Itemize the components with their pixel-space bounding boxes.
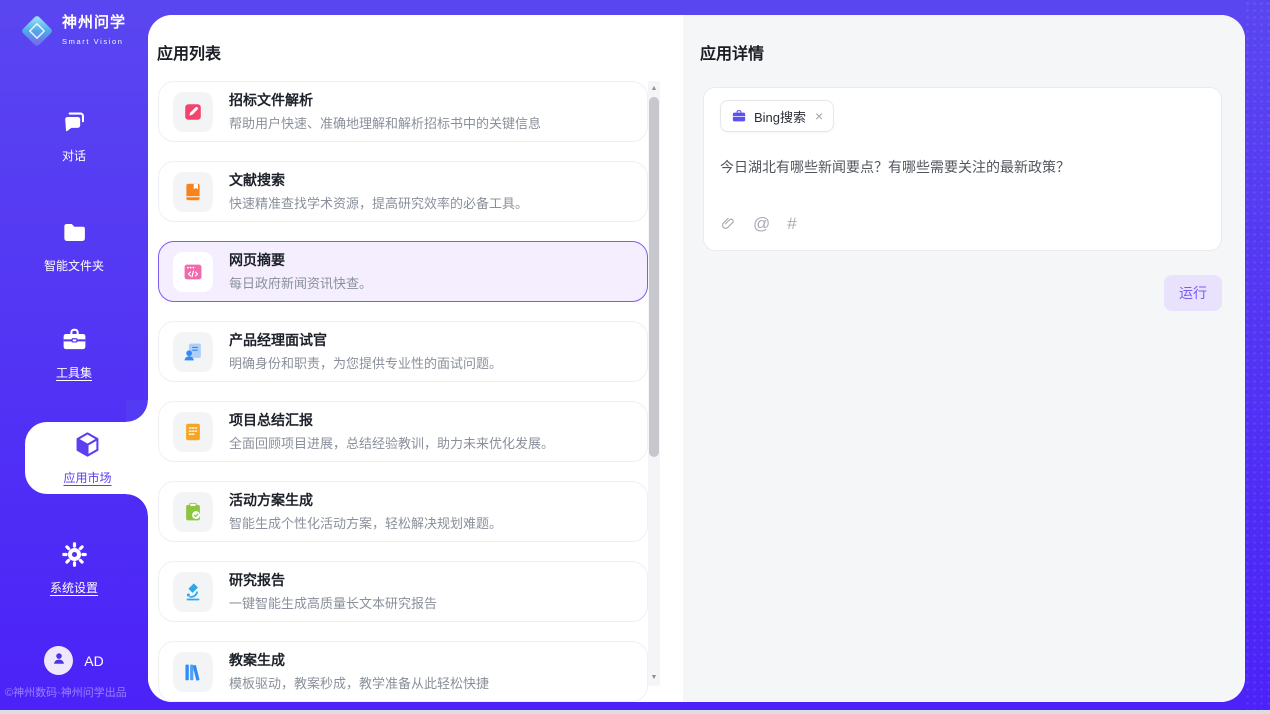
app-icon-box xyxy=(173,572,213,612)
app-card[interactable]: 研究报告一键智能生成高质量长文本研究报告 xyxy=(158,561,648,622)
app-card[interactable]: 项目总结汇报全面回顾项目进展，总结经验教训，助力未来优化发展。 xyxy=(158,401,648,462)
briefcase-icon xyxy=(731,108,747,124)
sidebar-item-chat[interactable]: 对话 xyxy=(0,108,148,164)
briefcase-icon xyxy=(731,108,747,124)
app-name: 产品经理面试官 xyxy=(229,332,502,349)
browser-code-icon xyxy=(182,261,204,283)
user-initials: AD xyxy=(84,653,103,669)
sidebar-item-label: 工具集 xyxy=(0,364,148,381)
app-description: 明确身份和职责，为您提供专业性的面试问题。 xyxy=(229,353,502,372)
decorative-dot-pattern xyxy=(1244,0,1270,714)
app-description: 每日政府新闻资讯快查。 xyxy=(229,273,372,292)
app-icon-box xyxy=(173,492,213,532)
app-name: 网页摘要 xyxy=(229,252,372,269)
app-detail-title: 应用详情 xyxy=(700,40,1222,64)
brand-subtitle: Smart Vision xyxy=(62,37,124,46)
app-description: 全面回顾项目进展，总结经验教训，助力未来优化发展。 xyxy=(229,433,554,452)
app-root: { "brand": { "name": "神州问学", "subtitle":… xyxy=(0,0,1270,714)
gear-icon xyxy=(60,540,89,569)
app-card[interactable]: 招标文件解析帮助用户快速、准确地理解和解析招标书中的关键信息 xyxy=(158,81,648,142)
person-icon xyxy=(50,649,68,672)
edit-doc-icon xyxy=(182,101,204,123)
app-description: 一键智能生成高质量长文本研究报告 xyxy=(229,593,437,612)
app-icon-box xyxy=(173,332,213,372)
folder-icon xyxy=(60,218,89,247)
app-description: 帮助用户快速、准确地理解和解析招标书中的关键信息 xyxy=(229,113,541,132)
microscope-icon xyxy=(182,581,204,603)
sidebar-item-smart-folder[interactable]: 智能文件夹 xyxy=(0,218,148,274)
prompt-toolbar: @# xyxy=(720,214,1205,238)
sidebar-item-toolset[interactable]: 工具集 xyxy=(0,325,148,381)
main-content: 应用列表 招标文件解析帮助用户快速、准确地理解和解析招标书中的关键信息文献搜索快… xyxy=(148,15,1245,702)
app-name: 活动方案生成 xyxy=(229,492,502,509)
tool-tag-bing-search[interactable]: Bing搜索 × xyxy=(720,100,834,132)
sidebar-item-settings[interactable]: 系统设置 xyxy=(0,540,148,596)
app-description: 智能生成个性化活动方案，轻松解决规划难题。 xyxy=(229,513,502,532)
tool-tag-label: Bing搜索 xyxy=(754,107,806,126)
run-button[interactable]: 运行 xyxy=(1164,275,1222,311)
app-name: 招标文件解析 xyxy=(229,92,541,109)
scrollbar-thumb[interactable] xyxy=(649,97,659,457)
chat-icon xyxy=(60,108,89,137)
close-icon[interactable]: × xyxy=(813,109,823,123)
app-icon-box xyxy=(173,252,213,292)
sidebar-item-label: 应用市场 xyxy=(25,469,150,486)
user-account[interactable]: AD xyxy=(0,646,148,675)
clipboard-check-icon xyxy=(182,501,204,523)
app-name: 研究报告 xyxy=(229,572,437,589)
app-card[interactable]: 文献搜索快速精准查找学术资源，提高研究效率的必备工具。 xyxy=(158,161,648,222)
sidebar-item-label: 系统设置 xyxy=(0,579,148,596)
app-card[interactable]: 产品经理面试官明确身份和职责，为您提供专业性的面试问题。 xyxy=(158,321,648,382)
avatar xyxy=(44,646,73,675)
prompt-input[interactable]: 今日湖北有哪些新闻要点？有哪些需要关注的最新政策？ xyxy=(720,157,1205,177)
app-icon-box xyxy=(173,412,213,452)
brand-logo: 神州问学 Smart Vision xyxy=(19,13,126,49)
brand-name: 神州问学 xyxy=(62,14,126,31)
app-icon-box xyxy=(173,92,213,132)
app-list-panel: 应用列表 招标文件解析帮助用户快速、准确地理解和解析招标书中的关键信息文献搜索快… xyxy=(148,15,683,702)
app-card[interactable]: 网页摘要每日政府新闻资讯快查。 xyxy=(158,241,648,302)
report-note-icon xyxy=(182,421,204,443)
app-name: 项目总结汇报 xyxy=(229,412,554,429)
scroll-down-icon[interactable]: ▼ xyxy=(648,672,660,684)
app-name: 教案生成 xyxy=(229,652,489,669)
app-card[interactable]: 活动方案生成智能生成个性化活动方案，轻松解决规划难题。 xyxy=(158,481,648,542)
paperclip-icon[interactable] xyxy=(720,216,736,232)
app-description: 模板驱动，教案秒成，教学准备从此轻松快捷 xyxy=(229,673,489,692)
active-item-curve-bottom xyxy=(126,494,148,516)
toolbox-icon xyxy=(60,325,89,354)
app-icon-box xyxy=(173,172,213,212)
sidebar-item-app-market[interactable]: 应用市场 xyxy=(25,422,150,494)
at-icon[interactable]: @ xyxy=(753,214,770,234)
brand-diamond-icon xyxy=(19,13,55,49)
sidebar-item-label: 对话 xyxy=(0,147,148,164)
hash-icon[interactable]: # xyxy=(787,214,796,234)
interview-icon xyxy=(182,341,204,363)
sidebar-item-label: 智能文件夹 xyxy=(0,257,148,274)
app-icon-box xyxy=(173,652,213,692)
books-icon xyxy=(182,661,204,683)
cube-icon xyxy=(73,430,102,459)
prompt-card: Bing搜索 × 今日湖北有哪些新闻要点？有哪些需要关注的最新政策？ @# xyxy=(703,87,1222,251)
scroll-up-icon[interactable]: ▲ xyxy=(648,83,660,95)
scrollbar[interactable]: ▲ ▼ xyxy=(648,81,660,686)
app-detail-panel: 应用详情 Bing搜索 × 今日湖北有哪些新闻要点？有哪些需要关注的最新政策？ … xyxy=(683,15,1245,702)
app-description: 快速精准查找学术资源，提高研究效率的必备工具。 xyxy=(229,193,528,212)
sidebar: 神州问学 Smart Vision 对话智能文件夹工具集应用市场系统设置 AD … xyxy=(0,0,148,714)
book-icon xyxy=(182,181,204,203)
app-list: 招标文件解析帮助用户快速、准确地理解和解析招标书中的关键信息文献搜索快速精准查找… xyxy=(158,81,648,702)
app-list-title: 应用列表 xyxy=(157,40,221,64)
copyright-text: ©神州数码·神州问学出品 xyxy=(5,684,148,700)
app-card[interactable]: 教案生成模板驱动，教案秒成，教学准备从此轻松快捷 xyxy=(158,641,648,702)
window-bottom-edge xyxy=(0,710,1270,714)
app-name: 文献搜索 xyxy=(229,172,528,189)
active-item-curve-top xyxy=(126,400,148,422)
